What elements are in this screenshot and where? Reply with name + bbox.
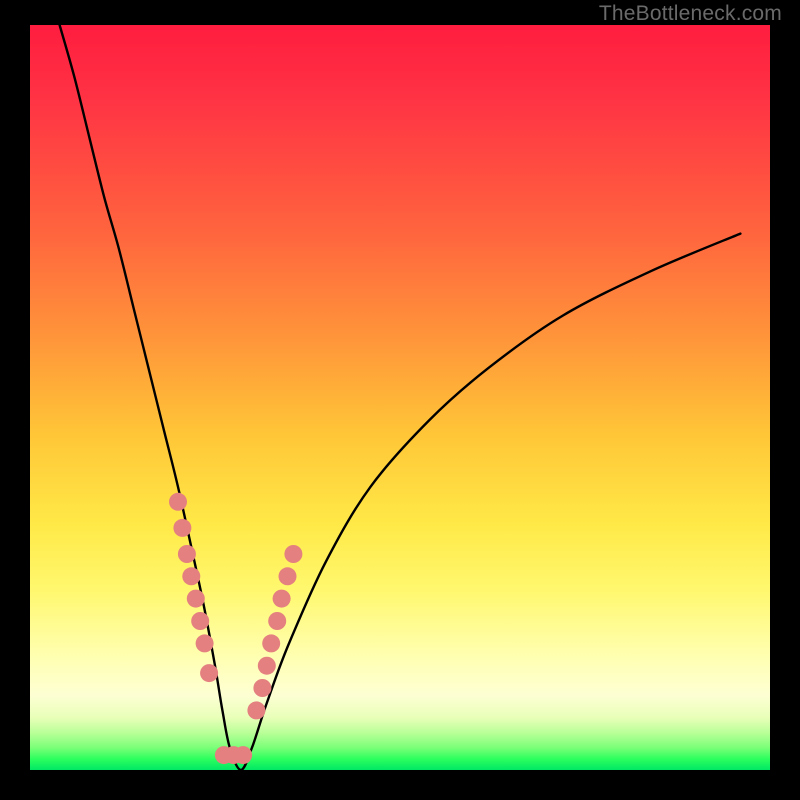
marker-dot — [182, 567, 200, 585]
marker-dot — [173, 519, 191, 537]
marker-dot — [258, 657, 276, 675]
dots-group — [169, 493, 302, 764]
bottleneck-curve — [60, 25, 741, 770]
chart-frame: TheBottleneck.com — [0, 0, 800, 800]
marker-dot — [169, 493, 187, 511]
marker-dot — [284, 545, 302, 563]
curve-group — [60, 25, 741, 770]
marker-dot — [247, 701, 265, 719]
marker-dot — [262, 634, 280, 652]
marker-dot — [279, 567, 297, 585]
marker-dot — [200, 664, 218, 682]
marker-dot — [268, 612, 286, 630]
marker-dot — [273, 590, 291, 608]
marker-dot — [253, 679, 271, 697]
marker-dot — [234, 746, 252, 764]
marker-dot — [187, 590, 205, 608]
marker-dot — [178, 545, 196, 563]
chart-svg — [0, 0, 800, 800]
marker-dot — [191, 612, 209, 630]
marker-dot — [196, 634, 214, 652]
